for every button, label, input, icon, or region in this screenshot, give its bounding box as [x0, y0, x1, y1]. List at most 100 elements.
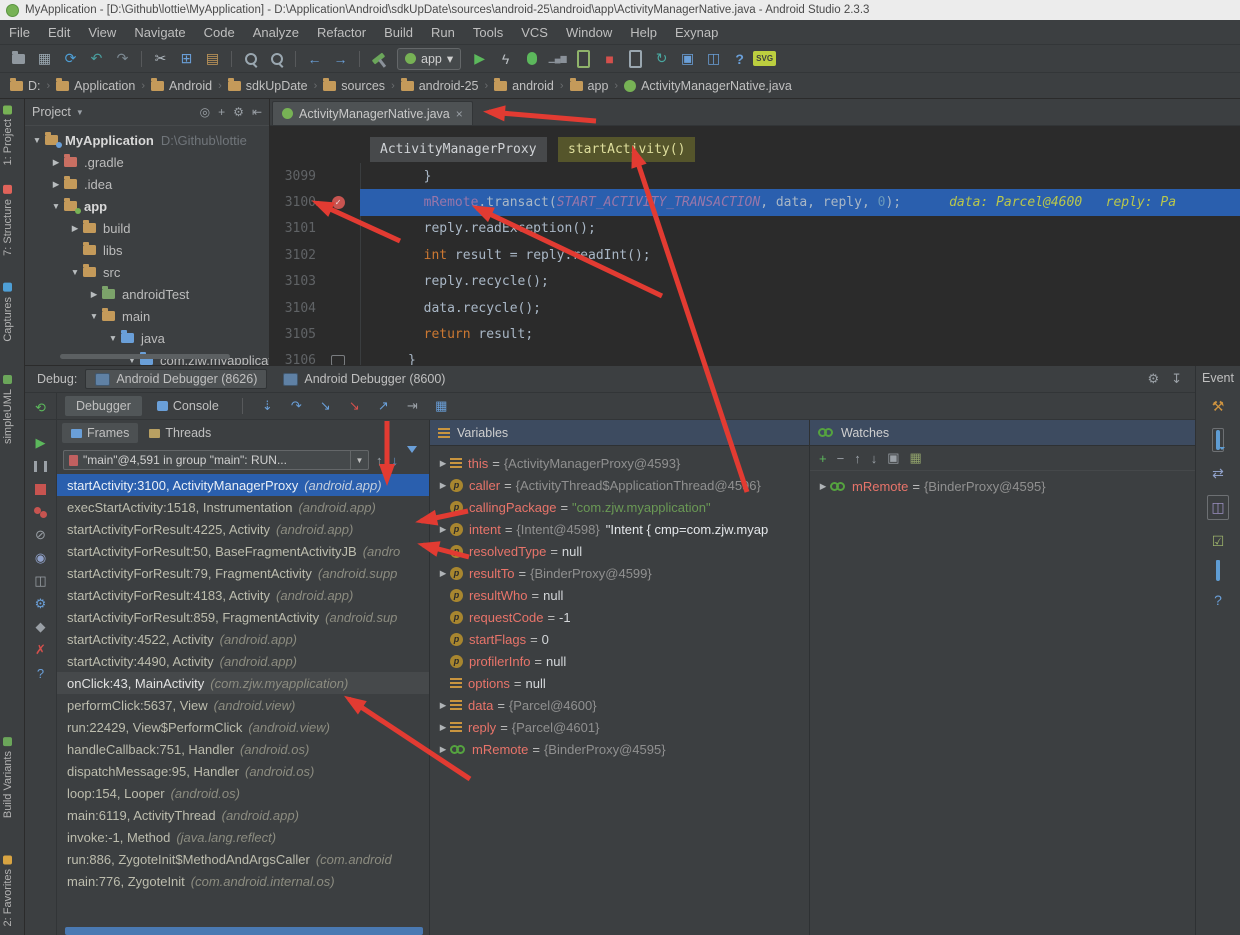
forward-icon[interactable]: →	[328, 48, 353, 70]
paste-icon[interactable]: ▤	[200, 48, 225, 70]
chevron-down-icon[interactable]: ▼	[76, 108, 84, 117]
svg-plugin-icon[interactable]: SVG	[753, 48, 777, 70]
thread-selector[interactable]: "main"@4,591 in group "main": RUN... ▼	[63, 450, 369, 470]
find-icon[interactable]	[238, 48, 263, 70]
tab-debugger[interactable]: Debugger	[65, 396, 142, 416]
variable-this[interactable]: ▶ this = {ActivityManagerProxy@4593}	[430, 452, 809, 474]
project-tree-item-main[interactable]: ▼ main	[25, 305, 269, 327]
project-tree-item-build[interactable]: ▶ build	[25, 217, 269, 239]
watch-settings-icon[interactable]: ▦	[909, 450, 921, 466]
stack-frame-startactivityforresult-4183[interactable]: startActivityForResult:4183, Activity (an…	[57, 584, 429, 606]
variable-profilerinfo[interactable]: p profilerInfo = null	[430, 650, 809, 672]
stack-frame-startactivityforresult-4225[interactable]: startActivityForResult:4225, Activity (an…	[57, 518, 429, 540]
breadcrumb-d[interactable]: D:	[8, 77, 43, 93]
tool-button-captures[interactable]: Captures	[2, 283, 14, 342]
expand-arrow[interactable]: ▶	[436, 480, 450, 491]
stack-frame-startactivity-4490[interactable]: startActivity:4490, Activity (android.app…	[57, 650, 429, 672]
hide-frames-filter-icon[interactable]	[407, 445, 417, 468]
breadcrumb-android[interactable]: Android	[149, 77, 214, 93]
sync-icon[interactable]: ⟳	[58, 48, 83, 70]
menu-edit[interactable]: Edit	[39, 20, 79, 44]
breadcrumb-sources[interactable]: sources	[321, 77, 387, 93]
cut-icon[interactable]: ✂	[148, 48, 173, 70]
project-tree-item-gradle[interactable]: ▶ .gradle	[25, 151, 269, 173]
diff-icon[interactable]: ⇄	[1212, 465, 1224, 482]
menu-file[interactable]: File	[0, 20, 39, 44]
rerun-icon[interactable]: ⟲	[32, 399, 50, 417]
run-config-select[interactable]: app ▾	[397, 47, 462, 70]
clear-all-icon[interactable]	[1216, 560, 1220, 581]
stack-frame-loop-154[interactable]: loop:154, Looper (android.os)	[57, 782, 429, 804]
help-icon[interactable]: ?	[1214, 592, 1222, 608]
move-down-icon[interactable]: ↓	[871, 451, 878, 466]
variable-callingpackage[interactable]: p callingPackage = "com.zjw.myapplication"	[430, 496, 809, 518]
save-icon[interactable]: ▦	[32, 48, 57, 70]
stack-frame-run-886[interactable]: run:886, ZygoteInit$MethodAndArgsCaller (…	[57, 848, 429, 870]
prev-frame-icon[interactable]: ↑	[376, 453, 383, 468]
variable-requestcode[interactable]: p requestCode = -1	[430, 606, 809, 628]
project-tree-item-app[interactable]: ▼ app	[25, 195, 269, 217]
layout-inspector-icon[interactable]: ◫	[701, 48, 726, 70]
tool-button-1-project[interactable]: 1: Project	[2, 105, 14, 165]
variable-reply[interactable]: ▶ reply = {Parcel@4601}	[430, 716, 809, 738]
menu-refactor[interactable]: Refactor	[308, 20, 375, 44]
menu-exynap[interactable]: Exynap	[666, 20, 727, 44]
menu-build[interactable]: Build	[375, 20, 422, 44]
stack-frame-startactivityforresult-859[interactable]: startActivityForResult:859, FragmentActi…	[57, 606, 429, 628]
editor-code-area[interactable]: ActivityManagerProxy startActivity() 309…	[270, 126, 1240, 365]
project-tree-item-java[interactable]: ▼ java	[25, 327, 269, 349]
menu-run[interactable]: Run	[422, 20, 464, 44]
menu-code[interactable]: Code	[195, 20, 244, 44]
expand-arrow[interactable]: ▼	[88, 311, 100, 321]
build-tools-icon[interactable]: ⚒	[1212, 398, 1225, 415]
tab-console[interactable]: Console	[146, 396, 230, 416]
editor-tab-activitymanagernative[interactable]: ActivityManagerNative.java ×	[272, 101, 473, 125]
attach-debugger-icon[interactable]	[571, 48, 596, 70]
stack-frame-startactivityforresult-50[interactable]: startActivityForResult:50, BaseFragmentA…	[57, 540, 429, 562]
debug-icon[interactable]	[519, 48, 544, 70]
expand-arrow[interactable]: ▶	[50, 157, 62, 168]
mute-breakpoints-icon[interactable]: ⊘	[32, 526, 50, 544]
redo-icon[interactable]: ↷	[110, 48, 135, 70]
move-up-icon[interactable]: ↑	[854, 451, 861, 466]
debug-session-tab-android-debugger-8600[interactable]: Android Debugger (8600)	[273, 369, 455, 389]
stack-frame-main-6119[interactable]: main:6119, ActivityThread (android.app)	[57, 804, 429, 826]
breakpoint-icon[interactable]: ✓	[331, 196, 345, 210]
variable-resultwho[interactable]: p resultWho = null	[430, 584, 809, 606]
expand-arrow[interactable]: ▶	[816, 481, 830, 492]
restore-layout-icon[interactable]: ◫	[32, 572, 50, 590]
force-step-into-icon[interactable]: ↘	[342, 398, 367, 414]
capture-window-icon[interactable]: ◫	[1207, 495, 1229, 520]
breadcrumb-activitymanagernative-java[interactable]: ActivityManagerNative.java	[622, 79, 794, 93]
stop-icon[interactable]: ■	[597, 48, 622, 70]
hide-panel-icon[interactable]: ⇤	[252, 105, 262, 119]
project-scrollbar[interactable]	[60, 354, 230, 359]
expand-arrow[interactable]: ▶	[50, 179, 62, 190]
back-icon[interactable]: ←	[302, 48, 327, 70]
stop-icon[interactable]	[32, 480, 50, 498]
expand-arrow[interactable]: ▶	[436, 458, 450, 469]
menu-navigate[interactable]: Navigate	[125, 20, 194, 44]
debugger-settings-icon[interactable]: ⚙	[32, 595, 50, 613]
view-breakpoints-icon[interactable]	[32, 503, 50, 521]
stack-frame-startactivityforresult-79[interactable]: startActivityForResult:79, FragmentActiv…	[57, 562, 429, 584]
watch-mremote[interactable]: ▶ mRemote = {BinderProxy@4595}	[810, 475, 1195, 497]
tab-threads[interactable]: Threads	[140, 423, 220, 443]
menu-window[interactable]: Window	[557, 20, 621, 44]
variable-resultto[interactable]: ▶ p resultTo = {BinderProxy@4599}	[430, 562, 809, 584]
frames-scrollbar[interactable]	[65, 927, 423, 935]
variable-resolvedtype[interactable]: p resolvedType = null	[430, 540, 809, 562]
project-tree-item-src[interactable]: ▼ src	[25, 261, 269, 283]
breadcrumb-app[interactable]: app	[568, 77, 611, 93]
remove-watch-icon[interactable]: −	[837, 451, 845, 466]
close-icon[interactable]: ✗	[32, 641, 50, 659]
open-icon[interactable]	[6, 48, 31, 70]
copy-icon[interactable]: ⊞	[174, 48, 199, 70]
view-options-icon[interactable]: ◎	[200, 105, 210, 119]
stack-frame-startactivity-3100[interactable]: startActivity:3100, ActivityManagerProxy…	[57, 474, 429, 496]
expand-arrow[interactable]: ▼	[107, 333, 119, 343]
breadcrumb-application[interactable]: Application	[54, 77, 137, 93]
expand-arrow[interactable]: ▶	[436, 722, 450, 733]
settings-icon[interactable]: ⚙	[1147, 371, 1159, 387]
variable-caller[interactable]: ▶ p caller = {ActivityThread$ApplicationThre…	[430, 474, 809, 496]
